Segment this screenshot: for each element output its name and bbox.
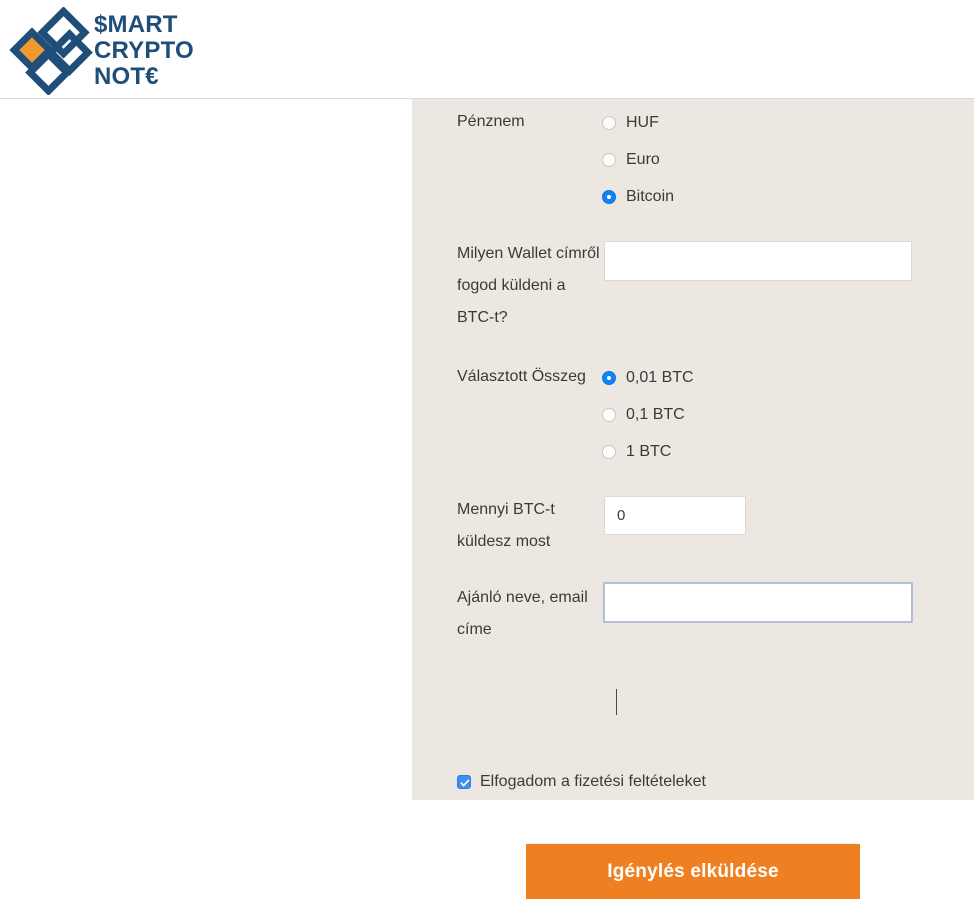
currency-option-label: HUF xyxy=(626,113,659,131)
radio-icon[interactable] xyxy=(602,152,616,167)
radio-icon[interactable] xyxy=(602,115,616,130)
amount-option-001btc[interactable]: 0,01 BTC xyxy=(602,359,694,396)
radio-icon[interactable] xyxy=(602,444,616,459)
submit-request-button[interactable]: Igénylés elküldése xyxy=(526,844,860,899)
amount-option-1btc[interactable]: 1 BTC xyxy=(602,433,694,470)
send-amount-input[interactable] xyxy=(604,496,746,535)
amount-option-label: 0,1 BTC xyxy=(626,405,685,423)
currency-label: Pénznem xyxy=(457,113,525,130)
currency-option-label: Euro xyxy=(626,150,660,168)
terms-acceptance-row[interactable]: Elfogadom a fizetési feltételeket xyxy=(457,773,706,791)
send-amount-label: Mennyi BTC-t küldesz most xyxy=(457,501,555,550)
amount-choice-radio-group[interactable]: 0,01 BTC 0,1 BTC 1 BTC xyxy=(602,359,694,470)
logo-line-1: $MART xyxy=(94,11,178,38)
checkbox-checked-icon[interactable] xyxy=(457,775,471,789)
amount-option-label: 0,01 BTC xyxy=(626,368,694,386)
amount-option-01btc[interactable]: 0,1 BTC xyxy=(602,396,694,433)
site-header: $MART CRYPTO NOT€ xyxy=(0,0,974,99)
site-logo[interactable]: $MART CRYPTO NOT€ xyxy=(8,5,208,96)
radio-icon-selected[interactable] xyxy=(602,370,616,385)
currency-option-huf[interactable]: HUF xyxy=(602,104,674,141)
amount-option-label: 1 BTC xyxy=(626,442,672,460)
logo-line-2: CRYPTO xyxy=(94,37,194,64)
referrer-label: Ajánló neve, email címe xyxy=(457,589,588,638)
wallet-address-input[interactable] xyxy=(604,241,912,281)
terms-label: Elfogadom a fizetési feltételeket xyxy=(480,773,706,790)
currency-option-euro[interactable]: Euro xyxy=(602,141,674,178)
wallet-label: Milyen Wallet címről fogod küldeni a BTC… xyxy=(457,245,600,326)
text-caret xyxy=(616,689,617,715)
amount-choice-label: Választott Összeg xyxy=(457,368,586,385)
currency-option-bitcoin[interactable]: Bitcoin xyxy=(602,178,674,215)
logo-wordmark: $MART CRYPTO NOT€ xyxy=(94,12,194,90)
left-empty-column xyxy=(0,99,412,800)
radio-icon[interactable] xyxy=(602,407,616,422)
referrer-input[interactable] xyxy=(603,582,913,623)
four-diamonds-logo-mark xyxy=(8,6,94,96)
currency-radio-group[interactable]: HUF Euro Bitcoin xyxy=(602,104,674,215)
payment-request-form: Pénznem HUF Euro Bitcoin Milyen Wallet c… xyxy=(412,99,974,800)
radio-icon-selected[interactable] xyxy=(602,189,616,204)
currency-option-label: Bitcoin xyxy=(626,187,675,205)
page-body: Pénznem HUF Euro Bitcoin Milyen Wallet c… xyxy=(0,99,974,899)
logo-line-3: NOT€ xyxy=(94,63,159,90)
